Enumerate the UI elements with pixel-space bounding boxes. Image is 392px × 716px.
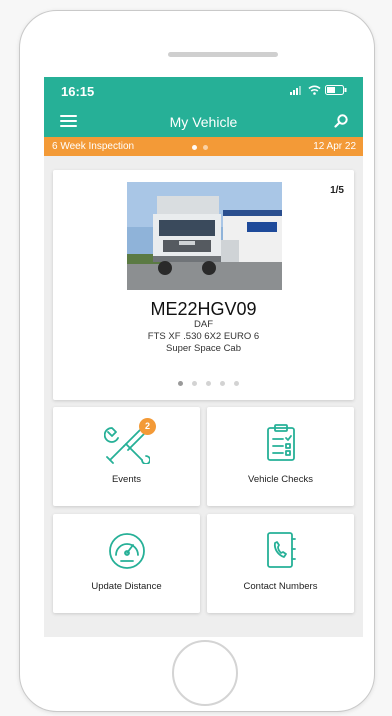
wifi-icon — [308, 85, 321, 95]
status-time: 16:15 — [61, 84, 95, 99]
banner-page-indicator — [192, 145, 208, 150]
search-icon[interactable] — [333, 113, 349, 129]
contact-numbers-label: Contact Numbers — [243, 581, 318, 592]
signal-icon — [290, 86, 301, 95]
status-icons — [290, 85, 347, 95]
vehicle-cab: Super Space Cab — [166, 343, 241, 354]
registration-number: ME22HGV09 — [150, 299, 257, 319]
status-bar: 16:15 — [44, 77, 363, 105]
photo-counter: 1/5 — [330, 185, 344, 196]
vehicle-checks-tile[interactable]: Vehicle Checks — [207, 407, 354, 506]
app-screen: 16:15 My Vehicle 6 Week Inspection 12 Ap… — [44, 77, 363, 637]
vehicle-model: FTS XF .530 6X2 EURO 6 — [147, 331, 260, 342]
photo-page-indicator[interactable] — [178, 381, 239, 386]
inspection-date: 12 Apr 22 — [313, 141, 356, 152]
update-distance-label: Update Distance — [91, 581, 162, 592]
phone-book-icon — [266, 532, 296, 568]
events-label: Events — [111, 474, 142, 485]
contact-numbers-tile[interactable]: Contact Numbers — [207, 514, 354, 613]
vehicle-make: DAF — [194, 319, 213, 330]
inspection-label: 6 Week Inspection — [52, 141, 135, 152]
vehicle-card[interactable]: 1/5 ME22HGV09 DAF FTS XF .530 6X2 EURO 6… — [53, 170, 354, 400]
events-tile[interactable]: 2 Events — [53, 407, 200, 506]
clipboard-checklist-icon — [266, 424, 295, 461]
vehicle-checks-label: Vehicle Checks — [248, 474, 313, 485]
home-button[interactable] — [172, 640, 238, 706]
vehicle-photo[interactable] — [127, 182, 282, 290]
inspection-banner[interactable]: 6 Week Inspection 12 Apr 22 — [44, 137, 363, 156]
page-title: My Vehicle — [169, 114, 238, 130]
speaker-slot — [168, 52, 278, 57]
events-count-badge: 2 — [139, 418, 156, 435]
update-distance-tile[interactable]: Update Distance — [53, 514, 200, 613]
speedometer-icon — [108, 533, 145, 569]
app-bar: My Vehicle — [44, 105, 363, 137]
battery-icon — [325, 85, 347, 95]
